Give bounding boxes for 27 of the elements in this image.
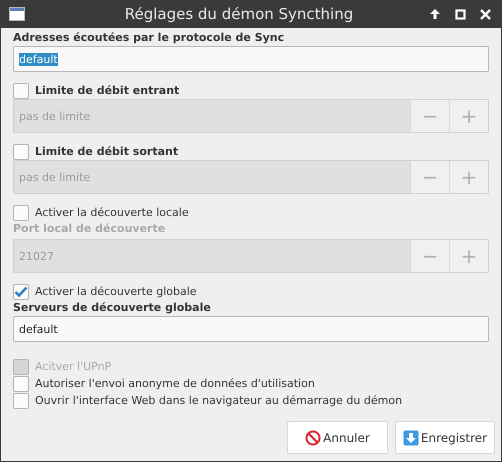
checkbox[interactable] (13, 392, 29, 408)
checkbox-label: Limite de débit sortant (35, 145, 178, 158)
checkbox-label: Activer la découverte locale (35, 206, 189, 219)
checkbox-label: Ouvrir l'interface Web dans le navigateur au démarrage du démon (35, 394, 402, 407)
checkbox-label: Activer la découverte globale (35, 285, 197, 298)
field-label: Port local de découverte (13, 222, 166, 236)
window-icon (9, 7, 25, 21)
save-button[interactable]: Enregistrer (395, 421, 495, 454)
checkbox-label: Autoriser l'envoi anonyme de données d'utilisation (35, 377, 315, 390)
checkbox[interactable] (13, 284, 29, 300)
cancel-button[interactable]: Annuler (287, 421, 388, 454)
no-entry-icon (305, 430, 322, 446)
checkbox-label: Acitver l'UPnP (35, 360, 112, 373)
checkbox[interactable] (13, 376, 29, 392)
checkbox-label: Limite de débit entrant (35, 84, 180, 97)
text-field[interactable]: default (13, 316, 489, 342)
field-label: Serveurs de découverte globale (13, 301, 212, 315)
checkbox[interactable] (13, 82, 29, 98)
window-title: Réglages du démon Syncthing (124, 5, 354, 23)
checkbox[interactable] (13, 144, 29, 160)
keep-above-icon[interactable] (429, 8, 441, 20)
text-field[interactable]: default (13, 46, 489, 72)
download-icon (402, 430, 419, 446)
close-icon[interactable] (480, 8, 491, 20)
checkbox[interactable] (13, 204, 29, 220)
maximize-icon[interactable] (455, 8, 466, 20)
field-label: Adresses écoutées par le protocole de Sync (13, 31, 286, 45)
